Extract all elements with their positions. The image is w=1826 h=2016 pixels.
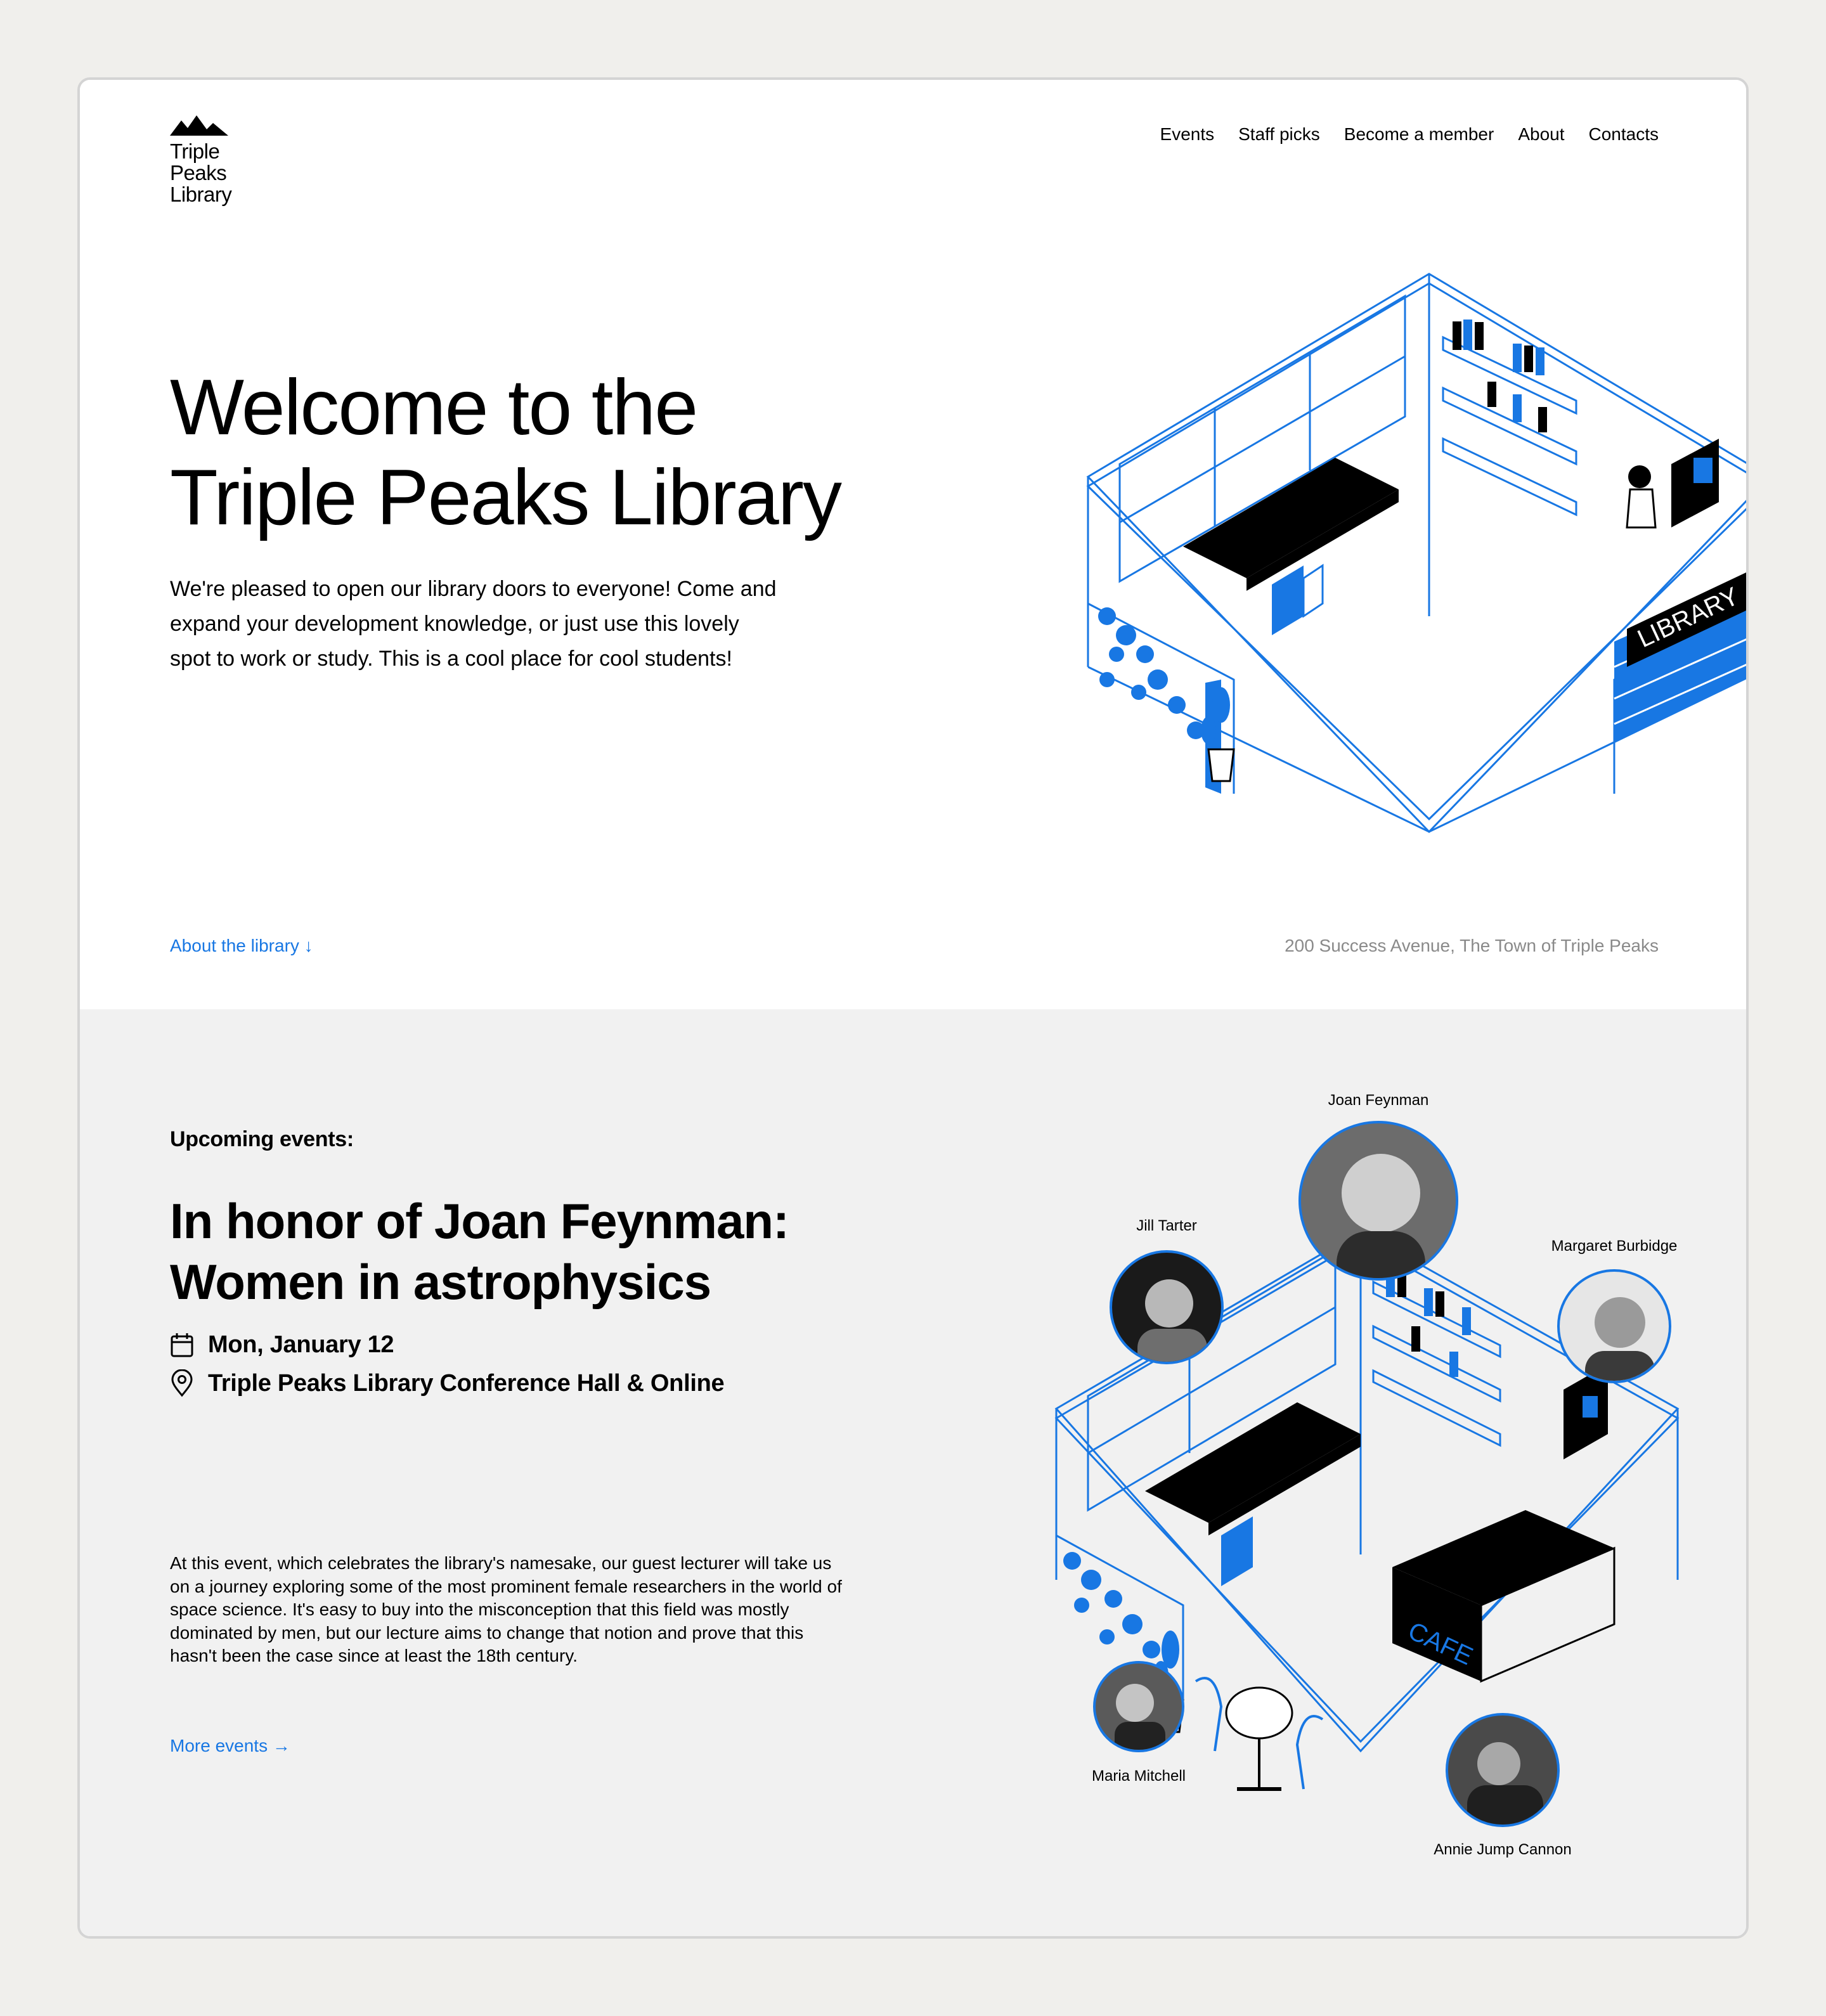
logo-text-line2: Peaks <box>170 161 227 184</box>
location-pin-icon <box>171 1369 193 1397</box>
hero-section: Triple Peaks Library Events Staff picks … <box>80 80 1746 1009</box>
page-card: Triple Peaks Library Events Staff picks … <box>77 77 1749 1939</box>
event-location: Triple Peaks Library Conference Hall & O… <box>208 1369 725 1397</box>
events-label: Upcoming events: <box>170 1127 354 1151</box>
logo-text-line3: Library <box>170 183 232 206</box>
nav-item-become-a-member[interactable]: Become a member <box>1344 122 1494 147</box>
event-title-line2: Women in astrophysics <box>170 1254 711 1310</box>
portrait-name-joan-feynman: Joan Feynman <box>1328 1092 1429 1109</box>
nav-item-events[interactable]: Events <box>1160 122 1215 147</box>
mountains-icon <box>170 115 228 136</box>
portrait-name-margaret-burbidge: Margaret Burbidge <box>1551 1237 1678 1255</box>
portrait-jill-tarter <box>1110 1250 1224 1364</box>
event-location-row: Triple Peaks Library Conference Hall & O… <box>170 1369 725 1397</box>
portrait-annie-jump-cannon <box>1446 1713 1560 1827</box>
portrait-name-maria-mitchell: Maria Mitchell <box>1091 1767 1186 1785</box>
event-title: In honor of Joan Feynman: Women in astro… <box>170 1191 931 1312</box>
event-illustration: CAFE Joan Feynman Jill Tarter Margaret B… <box>980 1009 1746 1909</box>
calendar-icon <box>171 1333 193 1357</box>
event-description: At this event, which celebrates the libr… <box>170 1553 842 1665</box>
page-title: Welcome to the Triple Peaks Library <box>170 363 994 543</box>
logo[interactable]: Triple Peaks Library <box>170 115 259 217</box>
portrait-name-jill-tarter: Jill Tarter <box>1136 1217 1197 1234</box>
event-date: Mon, January 12 <box>208 1331 394 1358</box>
event-title-line1: In honor of Joan Feynman: <box>170 1193 789 1249</box>
page-title-line1: Welcome to the <box>170 364 698 451</box>
hero-lead: We're pleased to open our library doors … <box>170 577 777 671</box>
about-library-link[interactable]: About the library ↓ <box>170 936 313 956</box>
page-title-line2: Triple Peaks Library <box>170 454 842 541</box>
nav-item-contacts[interactable]: Contacts <box>1589 122 1659 147</box>
portrait-maria-mitchell <box>1093 1661 1184 1752</box>
portrait-joan-feynman <box>1298 1121 1458 1281</box>
nav-item-staff-picks[interactable]: Staff picks <box>1238 122 1320 147</box>
portrait-name-annie-jump-cannon: Annie Jump Cannon <box>1434 1841 1572 1858</box>
main-nav: Events Staff picks Become a member About… <box>1160 122 1659 147</box>
events-section: Upcoming events: In honor of Joan Feynma… <box>80 1009 1746 1936</box>
event-date-row: Mon, January 12 <box>170 1331 394 1359</box>
nav-item-about[interactable]: About <box>1518 122 1564 147</box>
library-room-illustration: LIBRARY <box>1086 273 1746 834</box>
portrait-margaret-burbidge <box>1557 1269 1671 1383</box>
address: 200 Success Avenue, The Town of Triple P… <box>1285 936 1659 955</box>
logo-text-line1: Triple <box>170 139 220 163</box>
more-events-link[interactable]: More events → <box>170 1736 290 1756</box>
